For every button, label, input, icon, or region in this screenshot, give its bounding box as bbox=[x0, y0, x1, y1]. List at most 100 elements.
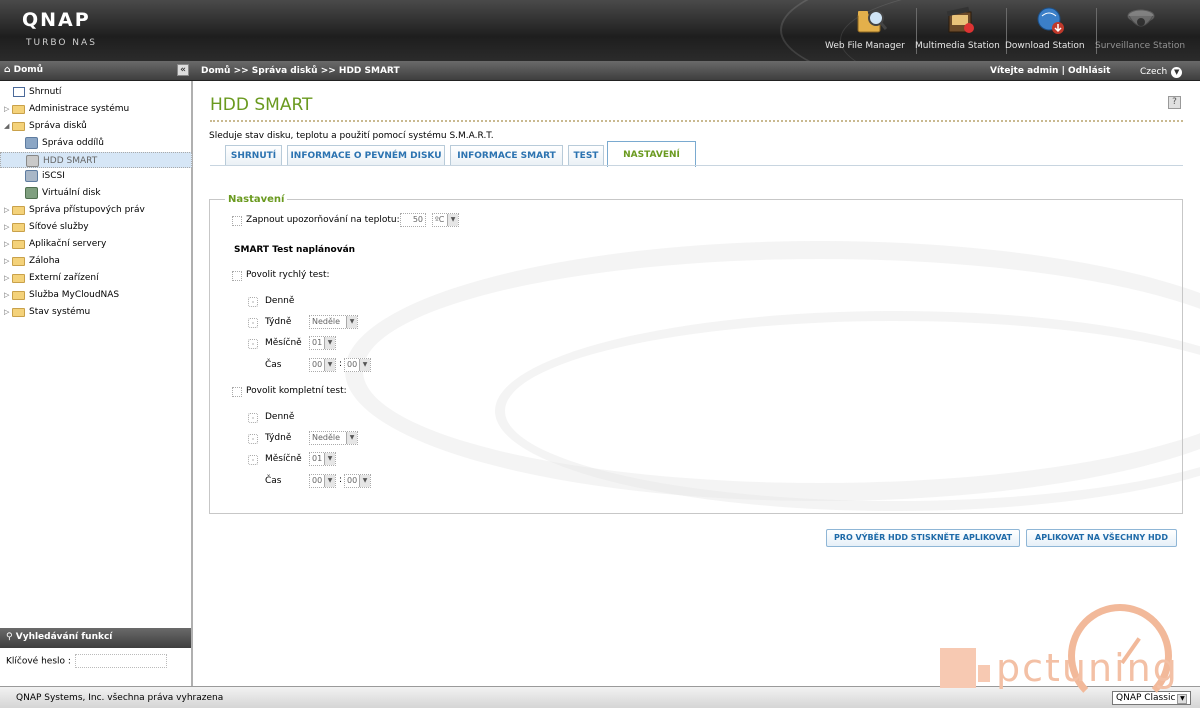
language-select[interactable]: Czech ▼ bbox=[1140, 67, 1183, 78]
full-time-label: Čas bbox=[265, 476, 282, 486]
sidebar-item-app-servers[interactable]: ▷ Aplikační servery bbox=[0, 236, 192, 253]
hdd-smart-icon bbox=[26, 154, 39, 167]
tab-test[interactable]: TEST bbox=[568, 145, 604, 166]
full-hour-select[interactable]: 00 ▼ bbox=[309, 474, 336, 488]
full-weekday-select[interactable]: Neděle ▼ bbox=[309, 431, 358, 445]
tab-disk-info[interactable]: INFORMACE O PEVNÉM DISKU bbox=[287, 145, 445, 166]
expand-icon[interactable]: ▷ bbox=[4, 105, 10, 113]
sidebar-item-hdd-smart[interactable]: HDD SMART bbox=[0, 151, 192, 169]
settings-fieldset: Nastavení Zapnout upozorňování na teplot… bbox=[209, 194, 1183, 514]
function-search-panel: ⚲ Vyhledávání funkcí Klíčové heslo : bbox=[0, 628, 193, 686]
quick-time-label: Čas bbox=[265, 360, 282, 370]
folder-icon bbox=[12, 307, 25, 317]
quick-test-checkbox[interactable] bbox=[232, 271, 242, 281]
chevron-down-icon: ▼ bbox=[447, 214, 458, 226]
sidebar-item-iscsi[interactable]: iSCSI bbox=[0, 168, 192, 185]
search-icon: ⚲ bbox=[6, 632, 13, 642]
sidebar-item-virtual-disk[interactable]: Virtuální disk bbox=[0, 185, 192, 202]
title-divider bbox=[210, 120, 1183, 122]
expand-icon[interactable]: ▷ bbox=[4, 257, 10, 265]
full-monthday-select[interactable]: 01 ▼ bbox=[309, 452, 336, 466]
expand-icon[interactable]: ▷ bbox=[4, 274, 10, 282]
copyright-text: QNAP Systems, Inc. všechna práva vyhraze… bbox=[16, 693, 224, 703]
multimedia-station-icon bbox=[946, 6, 974, 33]
full-weekly-label: Týdně bbox=[265, 433, 292, 443]
folder-icon bbox=[12, 273, 25, 283]
smart-schedule-heading: SMART Test naplánován bbox=[234, 245, 356, 255]
temp-unit-select[interactable]: ºC ▼ bbox=[432, 213, 459, 227]
sidebar: Shrnutí ▷ Administrace systému ◢ Správa di… bbox=[0, 81, 193, 686]
expand-icon[interactable]: ▷ bbox=[4, 291, 10, 299]
folder-icon bbox=[12, 206, 25, 216]
logout-link[interactable]: Odhlásit bbox=[1068, 66, 1110, 76]
quick-hour-select[interactable]: 00 ▼ bbox=[309, 358, 336, 372]
temp-alert-label: Zapnout upozorňování na teplotu: bbox=[246, 215, 400, 225]
main-content: HDD SMART ? Sleduje stav disku, teplotu … bbox=[195, 81, 1200, 686]
keyword-label: Klíčové heslo : bbox=[6, 656, 71, 667]
folder-open-icon bbox=[12, 121, 25, 131]
tab-settings[interactable]: NASTAVENÍ bbox=[607, 141, 696, 167]
summary-icon bbox=[13, 87, 25, 97]
tab-smart-info[interactable]: INFORMACE SMART bbox=[450, 145, 563, 166]
quick-weekly-label: Týdně bbox=[265, 317, 292, 327]
chevron-down-icon: ▼ bbox=[324, 359, 335, 371]
keyword-search-input[interactable] bbox=[74, 654, 167, 668]
quick-monthday-select[interactable]: 01 ▼ bbox=[309, 336, 336, 350]
top-header: QNAP TURBO NAS Web File Manager Multimed… bbox=[0, 0, 1200, 61]
qnap-logo: QNAP bbox=[22, 9, 91, 31]
expand-icon[interactable]: ▷ bbox=[4, 223, 10, 231]
welcome-text: Vítejte admin bbox=[990, 66, 1059, 76]
full-monthly-radio[interactable] bbox=[248, 455, 258, 465]
sidebar-item-partitions[interactable]: Správa oddílů bbox=[0, 135, 192, 152]
quick-weekly-radio[interactable] bbox=[248, 318, 258, 328]
apply-selected-hdd-button[interactable]: PRO VÝBĚR HDD STISKNĚTE APLIKOVAT bbox=[826, 529, 1020, 547]
settings-legend: Nastavení bbox=[225, 194, 288, 205]
chevron-down-icon: ▼ bbox=[1171, 67, 1183, 78]
quick-daily-radio[interactable] bbox=[248, 297, 258, 307]
sidebar-item-external-devices[interactable]: ▷ Externí zařízení bbox=[0, 270, 192, 287]
quick-weekday-select[interactable]: Neděle ▼ bbox=[309, 315, 358, 329]
sidebar-item-disk-management[interactable]: ◢ Správa disků bbox=[0, 118, 192, 135]
sidebar-home-link[interactable]: Domů bbox=[14, 65, 43, 75]
sidebar-item-access-rights[interactable]: ▷ Správa přístupových práv bbox=[0, 202, 192, 219]
partition-icon bbox=[25, 136, 38, 149]
full-daily-radio[interactable] bbox=[248, 413, 258, 423]
sidebar-item-network-services[interactable]: ▷ Síťové služby bbox=[0, 219, 192, 236]
sidebar-item-system-admin[interactable]: ▷ Administrace systému bbox=[0, 101, 192, 118]
quick-monthly-label: Měsíčně bbox=[265, 338, 302, 348]
web-file-manager-button[interactable]: Web File Manager bbox=[825, 6, 917, 56]
apply-all-hdd-button[interactable]: APLIKOVAT NA VŠECHNY HDD bbox=[1026, 529, 1177, 547]
expand-icon[interactable]: ▷ bbox=[4, 206, 10, 214]
full-weekly-radio[interactable] bbox=[248, 434, 258, 444]
virtual-disk-icon bbox=[25, 187, 38, 200]
full-test-checkbox[interactable] bbox=[232, 387, 242, 397]
full-minute-select[interactable]: 00 ▼ bbox=[344, 474, 371, 488]
help-icon[interactable]: ? bbox=[1168, 96, 1181, 109]
chevron-down-icon: ▼ bbox=[346, 432, 357, 444]
multimedia-station-button[interactable]: Multimedia Station bbox=[915, 6, 1007, 56]
folder-icon bbox=[12, 256, 25, 266]
sidebar-item-backup[interactable]: ▷ Záloha bbox=[0, 253, 192, 270]
home-icon: ⌂ bbox=[4, 65, 11, 75]
sidebar-item-mycloudnas[interactable]: ▷ Služba MyCloudNAS bbox=[0, 287, 192, 304]
chevron-down-icon: ▼ bbox=[324, 337, 335, 349]
quick-minute-select[interactable]: 00 ▼ bbox=[344, 358, 371, 372]
collapse-icon[interactable]: ◢ bbox=[4, 122, 10, 130]
tab-summary[interactable]: SHRNUTÍ bbox=[225, 145, 282, 166]
time-separator: : bbox=[339, 475, 343, 485]
temp-value-input[interactable]: 50 bbox=[400, 213, 426, 227]
surveillance-station-button[interactable]: Surveillance Station bbox=[1095, 6, 1187, 56]
collapse-sidebar-button[interactable]: « bbox=[177, 64, 189, 76]
quick-monthly-radio[interactable] bbox=[248, 339, 258, 349]
chevron-down-icon: ▼ bbox=[346, 316, 357, 328]
sidebar-item-system-status[interactable]: ▷ Stav systému bbox=[0, 304, 192, 321]
chevron-down-icon: ▼ bbox=[324, 453, 335, 465]
expand-icon[interactable]: ▷ bbox=[4, 240, 10, 248]
download-station-icon bbox=[1037, 7, 1064, 34]
download-station-button[interactable]: Download Station bbox=[1005, 6, 1097, 56]
expand-icon[interactable]: ▷ bbox=[4, 308, 10, 316]
function-search-header: ⚲ Vyhledávání funkcí bbox=[0, 628, 191, 648]
temp-alert-checkbox[interactable] bbox=[232, 216, 242, 226]
sidebar-item-summary[interactable]: Shrnutí bbox=[0, 84, 192, 101]
time-separator: : bbox=[339, 359, 343, 369]
